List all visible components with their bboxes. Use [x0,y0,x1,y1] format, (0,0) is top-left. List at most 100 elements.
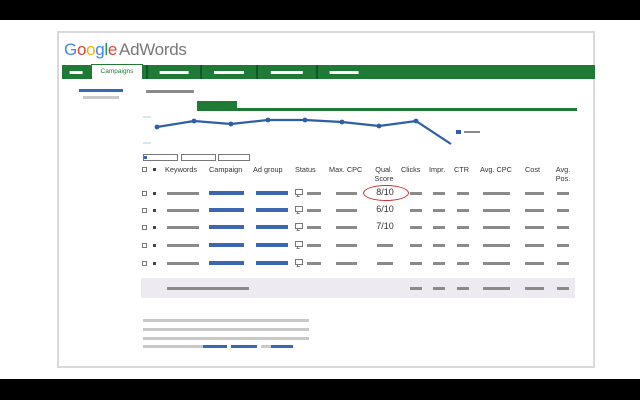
header-avg-pos[interactable]: Avg. Pos. [551,165,575,183]
speech-bubble-icon[interactable] [295,189,303,195]
cell-keyword[interactable] [167,262,199,265]
tab-campaigns[interactable]: Campaigns [91,64,143,79]
cell-qual-score [377,262,393,265]
cell-clicks [410,192,422,195]
cell-keyword[interactable] [167,209,199,212]
footer-link[interactable] [231,345,257,348]
totals-avg-pos [557,287,569,290]
cell-ad-group-link[interactable] [256,208,288,212]
cell-ad-group-link[interactable] [256,261,288,265]
cell-ad-group-link[interactable] [256,225,288,229]
row-checkbox[interactable] [142,208,147,213]
header-campaign[interactable]: Campaign [209,165,242,174]
header-ad-group[interactable]: Ad group [253,165,283,174]
speech-bubble-icon[interactable] [295,206,303,212]
header-clicks[interactable]: Clicks [401,165,420,174]
cell-keyword[interactable] [167,244,199,247]
cell-ctr [457,244,469,247]
chart-point [154,124,160,130]
cell-campaign-link[interactable] [209,261,244,265]
cell-impr [433,209,445,212]
filter-button[interactable] [218,154,250,161]
logo-letter: G [64,40,77,59]
row-checkbox[interactable] [142,191,147,196]
cell-campaign-link[interactable] [209,243,244,247]
cell-campaign-link[interactable] [209,191,244,195]
nav-item-home[interactable] [68,68,84,77]
cell-ad-group-link[interactable] [256,191,288,195]
cell-avg-cpc [483,244,510,247]
nav-item-opportunities[interactable] [150,68,198,77]
row-status-dot [153,192,156,195]
header-impr[interactable]: Impr. [429,165,445,174]
cell-impr [433,244,445,247]
header-status[interactable]: Status [295,165,316,174]
cell-ad-group-link[interactable] [256,243,288,247]
cell-keyword[interactable] [167,226,199,229]
legend-swatch [456,130,461,134]
chart-point [302,117,308,123]
footer-text-line [143,328,309,331]
row-checkbox[interactable] [142,243,147,248]
footer-text-line [143,345,203,348]
cell-max-cpc [336,244,357,247]
row-checkbox[interactable] [142,261,147,266]
cell-clicks [410,209,422,212]
footer-link[interactable] [203,345,227,348]
cell-avg-pos [557,192,569,195]
letterbox-bottom [0,379,640,400]
filter-button[interactable] [181,154,216,161]
sidebar-item[interactable] [83,96,119,99]
totals-impr [433,287,445,290]
logo-letter: o [76,40,87,59]
cell-cost [525,244,544,247]
totals-cost [525,287,544,290]
chart-point [339,119,345,125]
cell-impr [433,226,445,229]
sidebar-item-active[interactable] [79,89,123,92]
cell-campaign-link[interactable] [209,225,244,229]
cell-avg-pos [557,226,569,229]
header-ctr[interactable]: CTR [454,165,469,174]
header-avg-cpc[interactable]: Avg. CPC [480,165,512,174]
row-checkbox[interactable] [142,225,147,230]
header-qual-score[interactable]: Qual. Score [367,165,401,183]
row-status-dot [153,244,156,247]
logo-letter: e [107,40,118,59]
cell-qual-score [377,244,393,247]
filter-dropdown[interactable] [143,154,178,161]
cell-impr [433,192,445,195]
cell-max-cpc [336,209,357,212]
cell-campaign-link[interactable] [209,208,244,212]
row-status-dot [153,226,156,229]
cell-keyword[interactable] [167,192,199,195]
nav-item-billing[interactable] [260,68,314,77]
speech-bubble-icon[interactable] [295,259,303,265]
header-keywords[interactable]: Keywords [165,165,197,174]
footer-link[interactable] [271,345,293,348]
cell-status [307,209,321,212]
cell-max-cpc [336,192,357,195]
header-max-cpc[interactable]: Max. CPC [329,165,362,174]
footer-text-line [143,319,309,322]
logo-letter: o [86,40,96,59]
cell-avg-pos [557,262,569,265]
cell-cost [525,226,544,229]
speech-bubble-icon[interactable] [295,241,303,247]
cell-avg-pos [557,209,569,212]
totals-avg-cpc [483,287,510,290]
cell-qual-score: 6/10 [376,204,394,214]
chart-point [228,121,234,127]
speech-bubble-icon[interactable] [295,223,303,229]
nav-item-tools[interactable] [204,68,254,77]
cell-impr [433,262,445,265]
nav-item-account[interactable] [320,68,368,77]
cell-cost [525,262,544,265]
header-cost[interactable]: Cost [525,165,540,174]
cell-clicks [410,262,422,265]
performance-chart [143,116,480,145]
adwords-logo: Google AdWords [64,40,187,60]
select-all-checkbox[interactable] [142,167,147,172]
chart-series-line [156,118,452,145]
letterbox-top [0,0,640,20]
